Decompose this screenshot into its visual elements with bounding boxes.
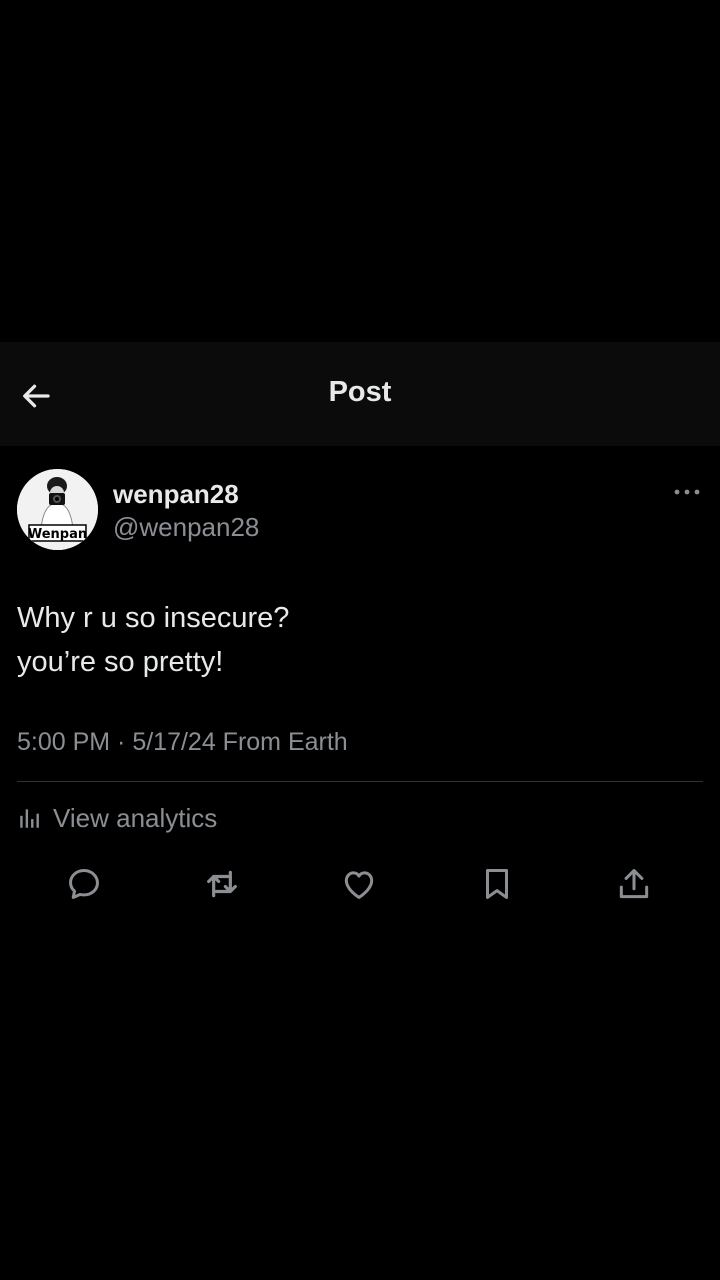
empty-area bbox=[0, 930, 720, 1280]
view-analytics-label: View analytics bbox=[53, 803, 218, 833]
post-timestamp[interactable]: 5:00 PM · 5/17/24 From Earth bbox=[17, 726, 348, 758]
post-text: Why r u so insecure? you’re so pretty! bbox=[17, 596, 697, 684]
divider bbox=[17, 781, 703, 782]
reply-icon bbox=[69, 869, 99, 899]
more-options-button[interactable] bbox=[668, 482, 706, 502]
svg-text:Wenpan: Wenpan bbox=[28, 527, 87, 542]
reply-button[interactable] bbox=[60, 860, 108, 908]
heart-icon bbox=[344, 871, 374, 899]
share-icon bbox=[619, 869, 649, 899]
view-analytics-link[interactable]: View analytics bbox=[17, 801, 217, 835]
repost-button[interactable] bbox=[198, 860, 246, 908]
bookmark-button[interactable] bbox=[473, 860, 521, 908]
status-area bbox=[0, 0, 720, 342]
post-text-line: Why r u so insecure? bbox=[17, 602, 290, 634]
avatar-image: Wenpan bbox=[17, 469, 98, 550]
repost-icon bbox=[207, 870, 237, 898]
page-title: Post bbox=[328, 376, 392, 408]
post-text-line: you’re so pretty! bbox=[17, 646, 224, 678]
display-name[interactable]: wenpan28 bbox=[113, 478, 239, 510]
action-bar bbox=[0, 860, 720, 908]
avatar[interactable]: Wenpan bbox=[17, 469, 98, 550]
user-handle[interactable]: @wenpan28 bbox=[113, 511, 259, 543]
bookmark-icon bbox=[485, 869, 509, 899]
more-horizontal-icon bbox=[674, 489, 700, 495]
like-button[interactable] bbox=[335, 860, 383, 908]
top-bar: Post bbox=[0, 342, 720, 446]
bar-chart-icon bbox=[20, 809, 39, 828]
share-button[interactable] bbox=[610, 860, 658, 908]
